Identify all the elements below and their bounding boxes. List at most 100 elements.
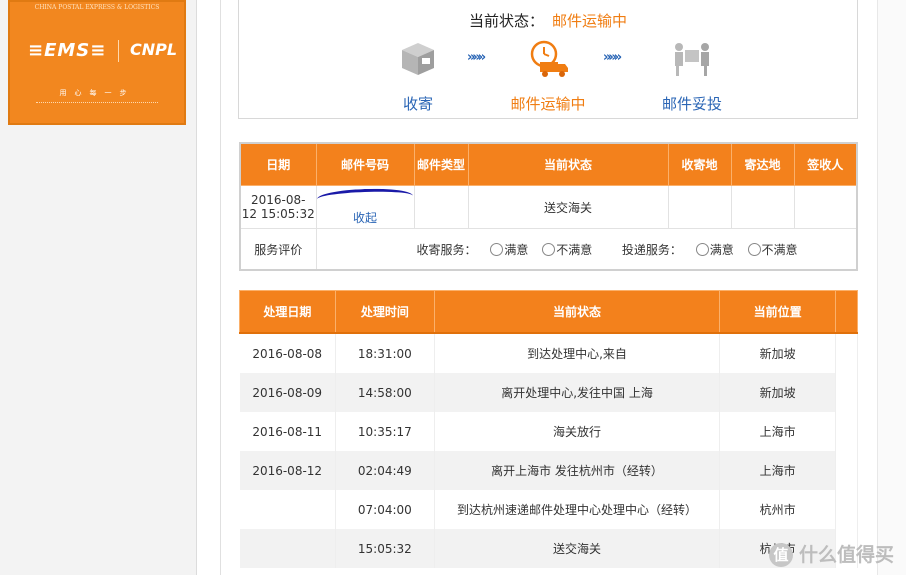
column-header: 处理日期 — [239, 290, 336, 334]
ems-logo: CHINA POSTAL EXPRESS & LOGISTICS ≡EMS≡ C… — [8, 0, 186, 125]
process-date: 2016-08-08 — [239, 333, 336, 373]
logo-tagline: CHINA POSTAL EXPRESS & LOGISTICS — [34, 4, 160, 11]
process-status: 到达处理中心,来自 — [434, 333, 721, 373]
chevron-right-icon: »»» — [603, 50, 622, 65]
mail-info-table: 日期 邮件号码 邮件类型 当前状态 收寄地 寄达地 签收人 2016-08- 1… — [239, 142, 858, 271]
step-label: 邮件运输中 — [510, 95, 586, 113]
process-time: 14:58:00 — [335, 373, 435, 412]
site-watermark: 值什么值得买 — [768, 540, 894, 567]
process-location: 新加坡 — [719, 333, 837, 373]
watermark-logo-icon: 值 — [768, 543, 793, 567]
step-received: 收寄 — [373, 40, 463, 114]
signed-delivery-icon — [675, 43, 709, 76]
table-row: 2016-08-12 02:04:49 离开上海市 发往杭州市（经转） 上海市 — [239, 451, 858, 490]
row-spacer — [835, 373, 858, 412]
status-progress-panel: 当前状态： 邮件运输中 收寄 »»» 邮件运输中 »»» 邮件妥投 — [238, 0, 858, 119]
row-spacer — [835, 490, 858, 529]
service-rating-row: 服务评价 收寄服务： 满意 不满意 投递服务： 满意 不满意 — [239, 228, 858, 271]
cnpl-brand: CNPL — [130, 40, 178, 59]
column-header-spacer — [835, 290, 858, 334]
destination-cell — [730, 185, 795, 229]
watermark-text: 什么值得买 — [798, 543, 894, 566]
sidebar: CHINA POSTAL EXPRESS & LOGISTICS ≡EMS≡ C… — [0, 0, 197, 575]
column-header: 当前状态 — [467, 142, 669, 186]
ems-brand: ≡EMS≡ — [28, 40, 107, 61]
vehicle-icons-strip — [36, 102, 158, 113]
process-date — [239, 529, 336, 568]
current-status-label: 当前状态： — [468, 12, 544, 30]
radio-label: 满意 — [504, 242, 529, 257]
table-header-row: 日期 邮件号码 邮件类型 当前状态 收寄地 寄达地 签收人 — [239, 142, 858, 186]
table-header-row: 处理日期 处理时间 当前状态 当前位置 — [239, 290, 858, 334]
table-row: 2016-08-09 14:58:00 离开处理中心,发往中国 上海 新加坡 — [239, 373, 858, 412]
radio-label: 不满意 — [761, 242, 798, 257]
table-row: 15:05:32 送交海关 杭州市 — [239, 529, 858, 568]
current-status-cell: 送交海关 — [467, 185, 669, 229]
process-time: 15:05:32 — [335, 529, 435, 568]
column-header: 邮件号码 — [315, 142, 415, 186]
package-icon — [402, 43, 434, 75]
date-line: 2016-08- — [251, 193, 306, 207]
chevron-right-icon: »»» — [467, 50, 486, 65]
delivery-truck-icon — [530, 40, 568, 77]
radio-label: 不满意 — [556, 242, 593, 257]
logo-slogan: 用心每一步 — [59, 89, 135, 97]
column-header: 邮件类型 — [413, 142, 469, 186]
column-header: 日期 — [239, 142, 317, 186]
column-header: 收寄地 — [667, 142, 732, 186]
radio-delivery-unsatisfied[interactable] — [747, 242, 761, 256]
column-header: 寄达地 — [730, 142, 795, 186]
current-status-line: 当前状态： 邮件运输中 — [239, 10, 857, 31]
service-rating-options: 收寄服务： 满意 不满意 投递服务： 满意 不满意 — [315, 228, 858, 271]
step-in-transit: 邮件运输中 — [503, 40, 593, 114]
logo-divider — [118, 40, 119, 62]
table-row: 07:04:00 到达杭州速递邮件处理中心处理中心（经转） 杭州市 — [239, 490, 858, 529]
process-location: 上海市 — [719, 451, 837, 490]
radio-label: 满意 — [709, 242, 734, 257]
table-row: 2016-08-08 18:31:00 到达处理中心,来自 新加坡 — [239, 333, 858, 373]
service-rating-label: 服务评价 — [239, 228, 317, 271]
radio-collect-unsatisfied[interactable] — [542, 242, 556, 256]
column-header: 当前状态 — [433, 290, 721, 334]
row-spacer — [835, 412, 858, 451]
date-line: 12 15:05:32 — [241, 207, 315, 221]
redacted-tracking-number — [316, 186, 414, 208]
process-status: 离开上海市 发往杭州市（经转） — [434, 451, 721, 490]
step-label: 收寄 — [402, 95, 433, 113]
process-date: 2016-08-12 — [239, 451, 336, 490]
date-cell: 2016-08- 12 15:05:32 — [239, 185, 317, 229]
step-delivered: 邮件妥投 — [647, 40, 737, 114]
process-date: 2016-08-11 — [239, 412, 336, 451]
radio-delivery-satisfied[interactable] — [695, 242, 709, 256]
process-status: 到达杭州速递邮件处理中心处理中心（经转） — [434, 490, 721, 529]
column-header: 当前位置 — [719, 290, 837, 334]
process-status: 离开处理中心,发往中国 上海 — [434, 373, 721, 412]
mail-type-cell — [413, 185, 469, 229]
table-row: 2016-08-11 10:35:17 海关放行 上海市 — [239, 412, 858, 451]
scrollbar[interactable] — [877, 0, 906, 575]
table-row: 2016-08- 12 15:05:32 收起 送交海关 — [239, 185, 858, 229]
process-location: 新加坡 — [719, 373, 837, 412]
tracking-number-cell: 收起 — [315, 185, 415, 229]
row-spacer — [835, 451, 858, 490]
process-time: 18:31:00 — [335, 333, 435, 373]
radio-collect-satisfied[interactable] — [490, 242, 504, 256]
process-time: 10:35:17 — [335, 412, 435, 451]
collect-service-label: 收寄服务： — [416, 242, 477, 257]
current-status-value: 邮件运输中 — [552, 12, 628, 30]
recipient-cell — [793, 185, 858, 229]
delivery-service-label: 投递服务： — [621, 242, 682, 257]
process-status: 送交海关 — [434, 529, 721, 568]
collapse-link[interactable]: 收起 — [317, 209, 414, 226]
process-date: 2016-08-09 — [239, 373, 336, 412]
process-date — [239, 490, 336, 529]
process-time: 07:04:00 — [335, 490, 435, 529]
column-header: 签收人 — [793, 142, 858, 186]
process-status: 海关放行 — [434, 412, 721, 451]
column-header: 处理时间 — [334, 290, 435, 334]
origin-cell — [667, 185, 732, 229]
tracking-history-table: 处理日期 处理时间 当前状态 当前位置 2016-08-08 18:31:00 … — [239, 290, 858, 568]
step-label: 邮件妥投 — [661, 95, 722, 113]
process-location: 上海市 — [719, 412, 837, 451]
process-location: 杭州市 — [719, 490, 837, 529]
